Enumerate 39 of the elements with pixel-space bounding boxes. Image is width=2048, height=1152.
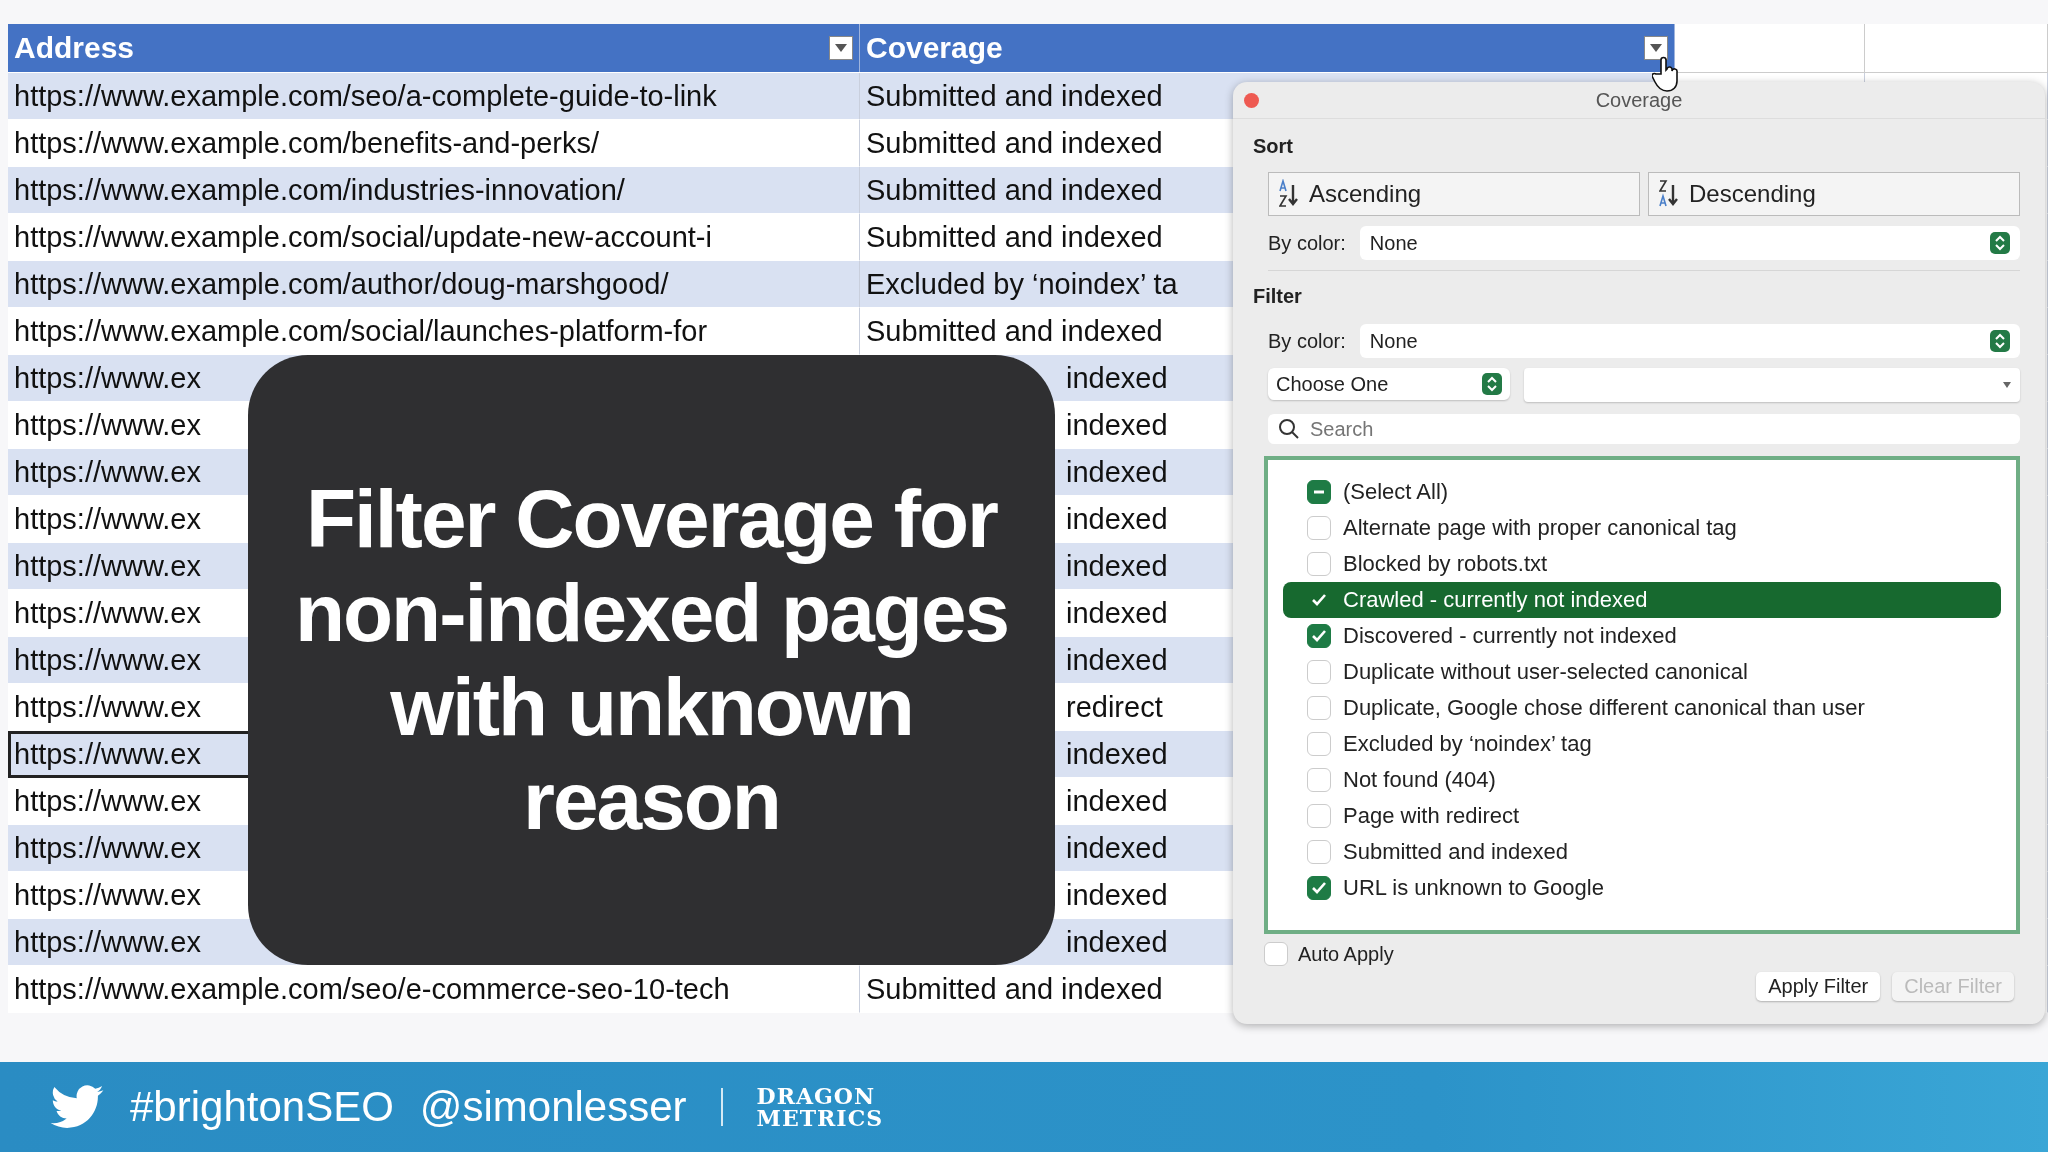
checkbox[interactable]: [1307, 624, 1331, 648]
close-button[interactable]: [1244, 93, 1259, 108]
handle-text: @simonlesser: [419, 1083, 687, 1131]
color-dropdown[interactable]: None: [1359, 226, 2020, 260]
column-header: Address: [14, 31, 135, 65]
hashtag-text: #brightonSEO: [130, 1083, 394, 1131]
value-combo-field[interactable]: [1524, 368, 2020, 402]
filter-dropdown-button[interactable]: [829, 36, 853, 60]
filter-button[interactable]: Apply Filter: [1756, 972, 1881, 1001]
caret-icon: [2002, 381, 2012, 389]
sort-descending-button[interactable]: Descending: [1648, 172, 2020, 216]
field-label: By color:: [1268, 231, 1346, 255]
table-cell: https://www.example.com/industries-innovation/: [8, 167, 860, 214]
search-field[interactable]: Search: [1268, 414, 2020, 444]
caret-icon: [834, 43, 848, 53]
table-cell: https://www.example.com/seo/a-complete-guide-to-link: [8, 73, 860, 120]
stepper-icon[interactable]: [1990, 330, 2010, 352]
list-item[interactable]: Crawled - currently not indexed: [1283, 582, 2001, 618]
condition-dropdown[interactable]: Choose One: [1268, 368, 1510, 400]
caret-icon: [1649, 43, 1663, 53]
section-heading: Sort: [1253, 134, 1294, 159]
column-header: Coverage: [866, 31, 1003, 65]
section-heading: Filter: [1253, 284, 1303, 309]
checkbox[interactable]: [1307, 876, 1331, 900]
bird-icon: [50, 1085, 104, 1129]
checkmark-icon: [1311, 628, 1327, 644]
checkmark-icon: [1311, 592, 1327, 608]
field-label: By color:: [1268, 329, 1346, 353]
sort-ascending-button[interactable]: Ascending: [1268, 172, 1640, 216]
stepper-icon[interactable]: [1482, 373, 1502, 395]
search-icon: [1278, 418, 1300, 440]
color-dropdown[interactable]: None: [1359, 324, 2020, 358]
checkbox-label: Auto Apply: [1298, 942, 1394, 966]
stepper-icon[interactable]: [1990, 232, 2010, 254]
checkmark-icon: [1311, 880, 1327, 896]
filter-dropdown-button[interactable]: [1644, 36, 1668, 60]
checkbox[interactable]: [1307, 480, 1331, 504]
table-cell: https://www.example.com/author/doug-marshgood/: [8, 261, 860, 308]
logo-text: DRAGON METRICS: [756, 1085, 884, 1129]
